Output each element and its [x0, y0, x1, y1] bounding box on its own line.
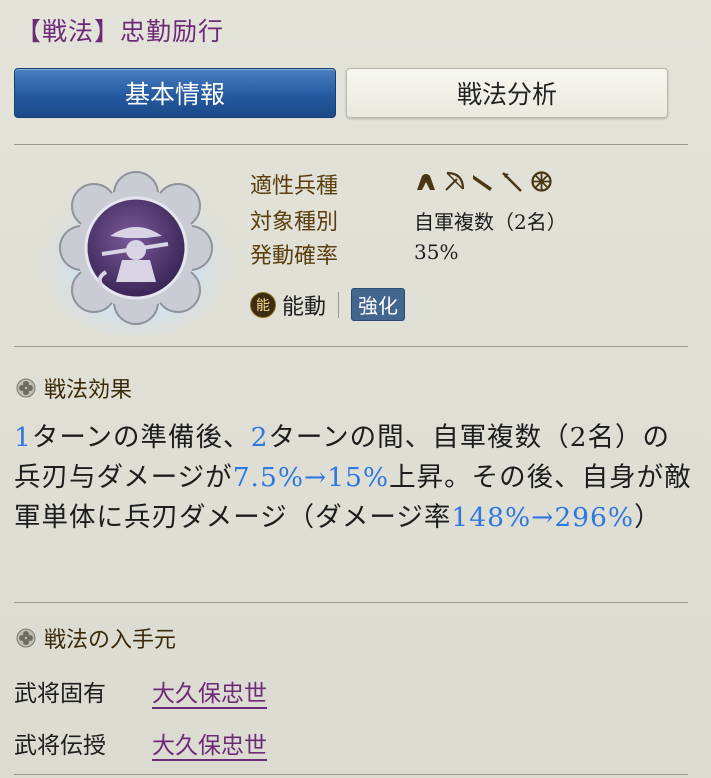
clover-icon [16, 628, 36, 648]
skill-tags: 能 能動 強化 [250, 288, 406, 321]
source-heading-label: 戦法の入手元 [44, 628, 177, 653]
effect-text: ） [634, 502, 662, 533]
effect-value-duration: 2 [250, 422, 269, 453]
source-row: 武将伝授 大久保忠世 [14, 726, 267, 760]
target-value: 自軍複数（2名） [414, 210, 567, 234]
effect-heading: 戦法効果 [16, 372, 132, 404]
spear-icon [501, 170, 524, 193]
bow-icon [443, 170, 466, 193]
divider [14, 602, 688, 603]
troop-label: 適性兵種 [250, 174, 339, 199]
divider [14, 144, 688, 145]
tab-basic-info[interactable]: 基本情報 [14, 68, 336, 118]
general-link[interactable]: 大久保忠世 [152, 726, 267, 760]
wheel-icon [530, 170, 553, 193]
rate-value: 35% [414, 240, 459, 264]
source-heading: 戦法の入手元 [16, 622, 176, 654]
active-type-icon: 能 [250, 291, 276, 318]
tag-separator [338, 291, 340, 318]
effect-value-damage-up: 7.5%→15% [232, 462, 390, 493]
divider [14, 774, 688, 775]
effect-value-damage-rate: 148%→296% [451, 502, 635, 533]
effect-description: 1ターンの準備後、2ターンの間、自軍複数（2名）の兵刃与ダメージが7.5%→15… [14, 418, 694, 538]
ninja-skill-icon [36, 166, 236, 338]
rate-label: 発動確率 [250, 244, 339, 269]
target-label: 対象種別 [250, 210, 339, 235]
general-link[interactable]: 大久保忠世 [152, 674, 267, 708]
tab-skill-analysis[interactable]: 戦法分析 [346, 68, 668, 118]
skill-title: 【戦法】忠勤励行 [16, 17, 225, 46]
clover-icon [16, 378, 36, 398]
cavalry-icon [414, 170, 437, 193]
effect-heading-label: 戦法効果 [44, 378, 133, 403]
source-label: 武将固有 [14, 681, 106, 707]
gun-icon [472, 170, 495, 193]
effect-value-prep-turns: 1 [14, 422, 32, 453]
enhance-badge: 強化 [351, 288, 406, 321]
divider [14, 346, 688, 347]
source-row: 武将固有 大久保忠世 [14, 674, 267, 708]
tab-bar: 基本情報 戦法分析 [14, 68, 668, 120]
skill-type-label: 能動 [282, 294, 327, 320]
skill-detail-panel: 【戦法】忠勤励行 基本情報 戦法分析 適性兵種 対象種別 自軍複数（2名） 発動… [0, 0, 711, 778]
effect-text: ターンの準備後、 [31, 422, 251, 453]
source-label: 武将伝授 [14, 733, 106, 759]
troop-icons [414, 170, 553, 193]
